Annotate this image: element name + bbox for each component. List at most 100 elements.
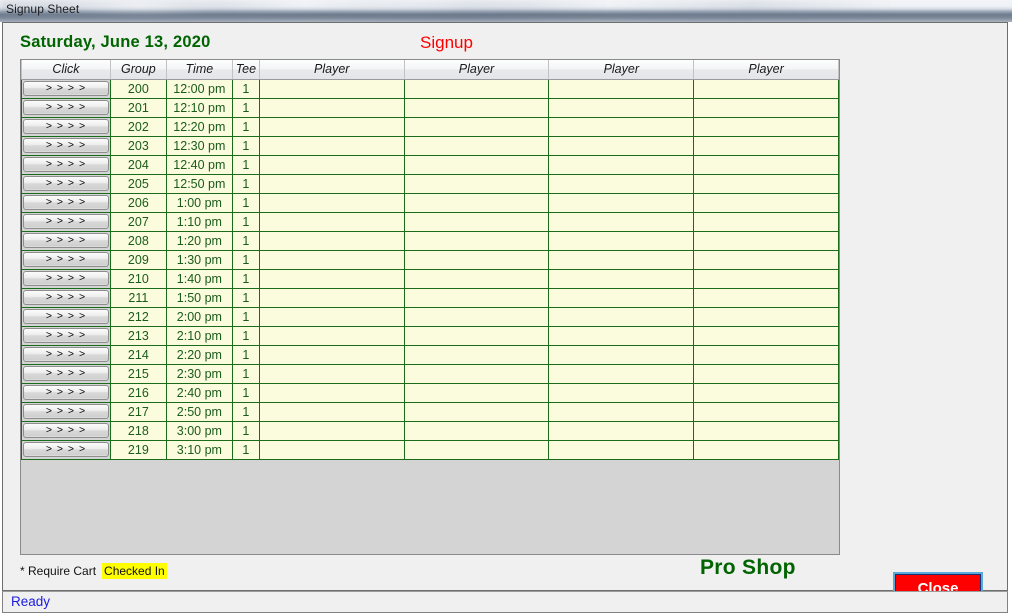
player-cell-2[interactable] [403,268,550,289]
player-cell-3[interactable] [548,420,695,441]
player-cell-3[interactable] [548,192,695,213]
select-group-button[interactable]: > > > > [23,423,109,438]
group-cell[interactable]: 210 [109,268,167,289]
player-cell-4[interactable] [693,325,839,346]
player-cell-2[interactable] [403,249,550,270]
column-header-click[interactable]: Click [21,60,111,80]
player-cell-3[interactable] [548,439,695,460]
player-cell-4[interactable] [693,401,839,422]
player-cell-1[interactable] [258,382,405,403]
tee-cell[interactable]: 1 [231,325,260,346]
player-cell-2[interactable] [403,439,550,460]
time-cell[interactable]: 2:40 pm [165,382,233,403]
time-cell[interactable]: 2:00 pm [165,306,233,327]
select-group-button[interactable]: > > > > [23,404,109,419]
player-cell-3[interactable] [548,154,695,175]
player-cell-1[interactable] [258,420,405,441]
player-cell-1[interactable] [258,287,405,308]
tee-cell[interactable]: 1 [231,287,260,308]
select-group-button[interactable]: > > > > [23,290,109,305]
player-cell-1[interactable] [258,401,405,422]
player-cell-1[interactable] [258,135,405,156]
player-cell-1[interactable] [258,97,405,118]
tee-cell[interactable]: 1 [231,401,260,422]
time-cell[interactable]: 1:20 pm [165,230,233,251]
group-cell[interactable]: 213 [109,325,167,346]
player-cell-4[interactable] [693,306,839,327]
time-cell[interactable]: 2:50 pm [165,401,233,422]
player-cell-2[interactable] [403,173,550,194]
tee-cell[interactable]: 1 [231,211,260,232]
player-cell-2[interactable] [403,363,550,384]
player-cell-2[interactable] [403,154,550,175]
tee-cell[interactable]: 1 [231,439,260,460]
time-cell[interactable]: 1:30 pm [165,249,233,270]
player-cell-1[interactable] [258,154,405,175]
group-cell[interactable]: 217 [109,401,167,422]
player-cell-2[interactable] [403,230,550,251]
time-cell[interactable]: 1:50 pm [165,287,233,308]
group-cell[interactable]: 204 [109,154,167,175]
player-cell-2[interactable] [403,116,550,137]
tee-cell[interactable]: 1 [231,154,260,175]
tee-cell[interactable]: 1 [231,192,260,213]
select-group-button[interactable]: > > > > [23,214,109,229]
group-cell[interactable]: 216 [109,382,167,403]
player-cell-1[interactable] [258,192,405,213]
select-group-button[interactable]: > > > > [23,442,109,457]
player-cell-3[interactable] [548,116,695,137]
player-cell-3[interactable] [548,306,695,327]
player-cell-2[interactable] [403,420,550,441]
player-cell-4[interactable] [693,154,839,175]
tee-cell[interactable]: 1 [231,363,260,384]
player-cell-4[interactable] [693,211,839,232]
player-cell-4[interactable] [693,78,839,99]
column-header-group[interactable]: Group [110,60,167,80]
player-cell-4[interactable] [693,439,839,460]
player-cell-1[interactable] [258,173,405,194]
select-group-button[interactable]: > > > > [23,119,109,134]
player-cell-2[interactable] [403,192,550,213]
group-cell[interactable]: 200 [109,78,167,99]
column-header-player-4[interactable]: Player [693,60,839,80]
select-group-button[interactable]: > > > > [23,233,109,248]
player-cell-4[interactable] [693,192,839,213]
time-cell[interactable]: 12:40 pm [165,154,233,175]
column-header-player-2[interactable]: Player [404,60,550,80]
player-cell-4[interactable] [693,344,839,365]
player-cell-4[interactable] [693,287,839,308]
tee-cell[interactable]: 1 [231,97,260,118]
select-group-button[interactable]: > > > > [23,271,109,286]
tee-cell[interactable]: 1 [231,268,260,289]
group-cell[interactable]: 208 [109,230,167,251]
player-cell-1[interactable] [258,344,405,365]
player-cell-3[interactable] [548,173,695,194]
time-cell[interactable]: 1:00 pm [165,192,233,213]
player-cell-3[interactable] [548,230,695,251]
player-cell-2[interactable] [403,211,550,232]
group-cell[interactable]: 203 [109,135,167,156]
time-cell[interactable]: 1:40 pm [165,268,233,289]
time-cell[interactable]: 2:10 pm [165,325,233,346]
player-cell-4[interactable] [693,382,839,403]
select-group-button[interactable]: > > > > [23,138,109,153]
time-cell[interactable]: 12:00 pm [165,78,233,99]
player-cell-3[interactable] [548,363,695,384]
select-group-button[interactable]: > > > > [23,81,109,96]
player-cell-4[interactable] [693,173,839,194]
group-cell[interactable]: 202 [109,116,167,137]
player-cell-3[interactable] [548,249,695,270]
column-header-player-3[interactable]: Player [548,60,695,80]
player-cell-4[interactable] [693,420,839,441]
player-cell-1[interactable] [258,249,405,270]
player-cell-1[interactable] [258,439,405,460]
player-cell-3[interactable] [548,287,695,308]
select-group-button[interactable]: > > > > [23,195,109,210]
tee-cell[interactable]: 1 [231,135,260,156]
player-cell-2[interactable] [403,306,550,327]
group-cell[interactable]: 218 [109,420,167,441]
player-cell-3[interactable] [548,325,695,346]
time-cell[interactable]: 12:50 pm [165,173,233,194]
group-cell[interactable]: 212 [109,306,167,327]
tee-cell[interactable]: 1 [231,78,260,99]
